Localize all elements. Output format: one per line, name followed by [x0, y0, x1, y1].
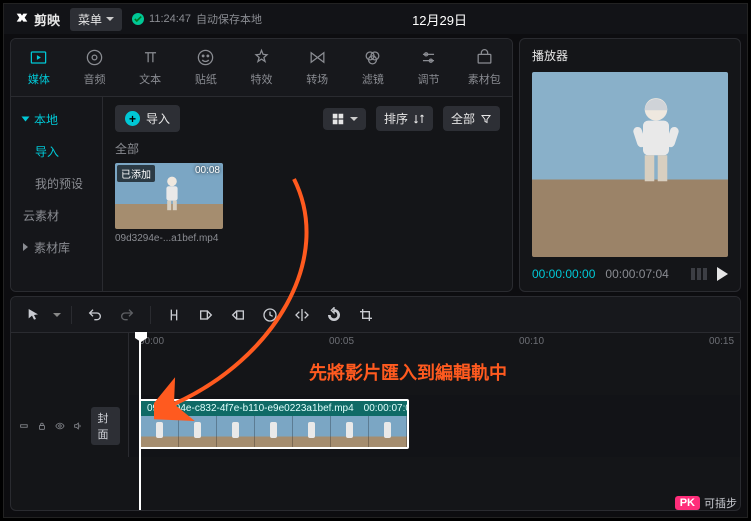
- media-thumbnail[interactable]: 已添加 00:08 09d3294e-...a1bef.mp4: [115, 163, 223, 244]
- speed-tool[interactable]: [257, 303, 283, 327]
- plus-icon: +: [125, 111, 140, 126]
- split-tool[interactable]: [161, 303, 187, 327]
- tab-audio[interactable]: 音频: [67, 39, 123, 96]
- tab-text[interactable]: 文本: [122, 39, 178, 96]
- chevron-down-icon: [350, 117, 358, 121]
- timeline-toolbar: [11, 297, 740, 333]
- caret-right-icon: [23, 243, 28, 251]
- preview-canvas[interactable]: [532, 72, 728, 257]
- preview-figure: [630, 94, 682, 194]
- timeline-clip[interactable]: 09d3294e-c832-4f7e-b110-e9e0223a1bef.mp4…: [139, 399, 409, 449]
- play-button[interactable]: [717, 267, 728, 281]
- funnel-icon: [480, 113, 492, 125]
- app-name: 剪映: [34, 10, 60, 29]
- adjust-icon: [419, 48, 438, 67]
- timecode-total: 00:00:07:04: [605, 267, 668, 281]
- collapse-icon[interactable]: [19, 419, 29, 433]
- clip-filename: 09d3294e-c832-4f7e-b110-e9e0223a1bef.mp4: [147, 403, 354, 414]
- tab-adjust[interactable]: 调节: [401, 39, 457, 96]
- grid-icon: [331, 112, 345, 126]
- cover-button[interactable]: 封面: [91, 407, 121, 445]
- sidebar-item-import[interactable]: 导入: [11, 135, 102, 167]
- project-title[interactable]: 12月29日: [272, 10, 607, 29]
- import-button[interactable]: + 导入: [115, 105, 180, 132]
- sort-button[interactable]: 排序: [376, 106, 433, 131]
- speaker-icon[interactable]: [73, 419, 83, 433]
- delete-right-tool[interactable]: [225, 303, 251, 327]
- sidebar-item-cloud[interactable]: 云素材: [11, 199, 102, 231]
- tab-transition[interactable]: 转场: [289, 39, 345, 96]
- chevron-down-icon: [53, 313, 61, 317]
- sidebar-item-library[interactable]: 素材库: [11, 231, 102, 263]
- tutorial-annotation: 先將影片匯入到編輯軌中: [309, 359, 507, 385]
- autosave-time: 11:24:47: [149, 13, 191, 25]
- tab-effect[interactable]: 特效: [234, 39, 290, 96]
- sidebar-item-local[interactable]: 本地: [11, 103, 102, 135]
- crop-tool[interactable]: [353, 303, 379, 327]
- video-track[interactable]: 09d3294e-c832-4f7e-b110-e9e0223a1bef.mp4…: [129, 395, 740, 457]
- text-icon: [141, 48, 160, 67]
- rotate-tool[interactable]: [321, 303, 347, 327]
- undo-button[interactable]: [82, 303, 108, 327]
- thumbnail-filename: 09d3294e-...a1bef.mp4: [115, 233, 223, 244]
- added-badge: 已添加: [117, 165, 155, 182]
- effect-icon: [252, 48, 271, 67]
- main-menu-button[interactable]: 菜单: [70, 8, 122, 31]
- eye-icon[interactable]: [55, 419, 65, 433]
- lock-icon[interactable]: [37, 419, 47, 433]
- thumbnail-figure: [160, 175, 184, 215]
- media-breadcrumb: 全部: [103, 140, 512, 163]
- track-header: 封面: [11, 395, 129, 457]
- clip-duration: 00:00:07:04: [364, 403, 409, 414]
- caret-down-icon: [22, 117, 30, 122]
- selection-tool[interactable]: [21, 303, 47, 327]
- audio-icon: [85, 48, 104, 67]
- clip-filmstrip: [141, 416, 407, 449]
- chevron-down-icon: [106, 17, 114, 21]
- mirror-tool[interactable]: [289, 303, 315, 327]
- timeline-ruler[interactable]: 00:00 00:05 00:10 00:15: [129, 333, 740, 353]
- autosave-text: 自动保存本地: [196, 11, 262, 27]
- sort-icon: [413, 113, 425, 125]
- autosave-status: 11:24:47 自动保存本地: [132, 11, 262, 27]
- redo-button[interactable]: [114, 303, 140, 327]
- delete-left-tool[interactable]: [193, 303, 219, 327]
- main-menu-label: 菜单: [78, 11, 102, 28]
- app-logo: 剪映: [14, 10, 60, 29]
- view-mode-button[interactable]: [323, 108, 366, 130]
- category-tabs: 媒体 音频 文本 贴纸 特效: [11, 39, 512, 97]
- ratio-button[interactable]: [691, 268, 707, 280]
- sidebar-item-preset[interactable]: 我的预设: [11, 167, 102, 199]
- tab-filter[interactable]: 滤镜: [345, 39, 401, 96]
- watermark: PK 可插步: [675, 495, 737, 511]
- check-icon: [132, 13, 144, 25]
- tab-media[interactable]: 媒体: [11, 39, 67, 96]
- filter-button[interactable]: 全部: [443, 106, 500, 131]
- preview-title: 播放器: [520, 39, 740, 72]
- tab-sticker[interactable]: 贴纸: [178, 39, 234, 96]
- tab-pack[interactable]: 素材包: [456, 39, 512, 96]
- pack-icon: [475, 48, 494, 67]
- sticker-icon: [196, 48, 215, 67]
- media-sidebar: 本地 导入 我的预设 云素材 素材库: [11, 97, 103, 291]
- transition-icon: [308, 48, 327, 67]
- thumbnail-duration: 00:08: [195, 165, 220, 176]
- timecode-current: 00:00:00:00: [532, 267, 595, 281]
- filter-icon: [363, 48, 382, 67]
- media-icon: [29, 48, 48, 67]
